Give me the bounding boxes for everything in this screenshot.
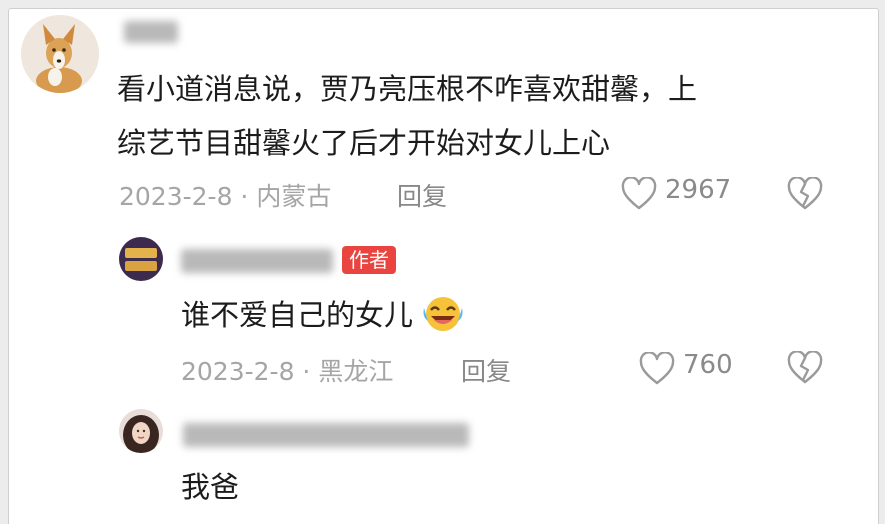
- author-avatar[interactable]: [119, 237, 163, 281]
- broken-heart-icon: [787, 176, 823, 210]
- author-name-blurred[interactable]: [181, 249, 333, 273]
- comment-text-line-1: 看小道消息说，贾乃亮压根不咋喜欢甜馨，上: [117, 72, 698, 106]
- reply-text: 谁不爱自己的女儿: [181, 293, 464, 337]
- dislike-button[interactable]: [787, 176, 823, 215]
- user-avatar-icon: [119, 409, 163, 453]
- author-avatar-icon: [119, 237, 163, 281]
- dislike-button[interactable]: [787, 350, 823, 389]
- reply-text: 我爸: [181, 470, 240, 504]
- reply-button[interactable]: 回复: [397, 177, 447, 213]
- reply-button[interactable]: 回复: [461, 352, 511, 388]
- heart-icon: [639, 352, 675, 385]
- comment-thread: 看小道消息说，贾乃亮压根不咋喜欢甜馨，上 综艺节目甜馨火了后才开始对女儿上心 2…: [8, 8, 879, 524]
- like-count: 760: [683, 350, 733, 380]
- like-count: 2967: [665, 175, 732, 205]
- corgi-avatar-icon: [21, 15, 99, 93]
- author-badge: 作者: [342, 246, 396, 274]
- username-blurred[interactable]: [124, 21, 178, 43]
- laughing-emoji-icon: [423, 297, 463, 331]
- comment-meta: 2023-2-8 · 内蒙古: [119, 182, 332, 211]
- heart-icon: [621, 177, 657, 210]
- comment-text-line-2: 综艺节目甜馨火了后才开始对女儿上心: [117, 126, 611, 160]
- avatar[interactable]: [21, 15, 99, 93]
- broken-heart-icon: [787, 350, 823, 384]
- reply-meta: 2023-2-8 · 黑龙江: [181, 357, 394, 386]
- avatar[interactable]: [119, 409, 163, 453]
- username-blurred[interactable]: [183, 423, 469, 447]
- reply-text-content: 谁不爱自己的女儿: [181, 298, 414, 332]
